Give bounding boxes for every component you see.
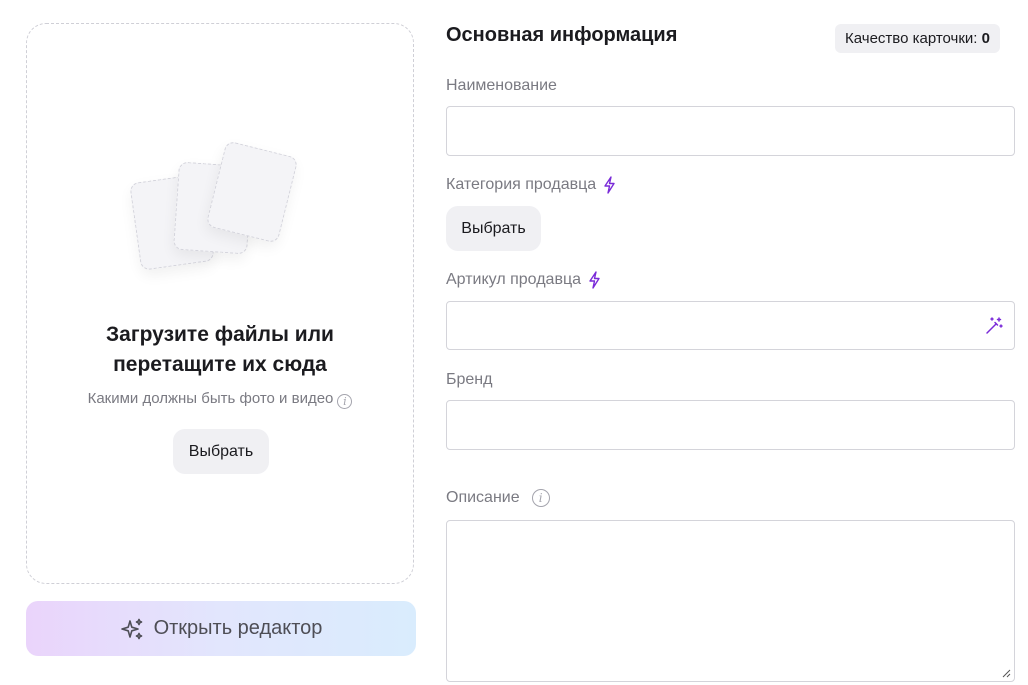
name-label: Наименование <box>446 77 557 95</box>
category-select-button[interactable]: Выбрать <box>446 206 541 251</box>
upload-hint-text[interactable]: Какими должны быть фото и видео <box>88 390 334 407</box>
category-label-text: Категория продавца <box>446 176 597 193</box>
upload-title-line-2: перетащите их сюда <box>113 353 327 376</box>
photo-placeholder-illustration <box>127 140 317 272</box>
upload-title-line-1: Загрузите файлы или <box>106 323 334 346</box>
category-label: Категория продавца <box>446 176 617 194</box>
info-icon[interactable]: i <box>531 489 550 507</box>
description-label-text: Описание <box>446 489 520 506</box>
name-input[interactable] <box>446 106 1015 156</box>
description-label: Описание i <box>446 489 550 507</box>
name-label-text: Наименование <box>446 77 557 94</box>
brand-input[interactable] <box>446 400 1015 450</box>
bolt-icon <box>604 176 615 194</box>
brand-label: Бренд <box>446 371 492 389</box>
quality-value: 0 <box>981 30 990 47</box>
resize-handle-icon[interactable] <box>1001 668 1011 678</box>
info-icon[interactable]: i <box>337 394 353 409</box>
bolt-icon <box>589 271 600 289</box>
brand-label-text: Бренд <box>446 371 493 388</box>
section-title: Основная информация <box>446 24 678 46</box>
placeholder-card <box>205 140 299 244</box>
article-label: Артикул продавца <box>446 271 602 289</box>
magic-wand-icon[interactable] <box>984 316 1004 336</box>
card-quality-badge: Качество карточки: 0 <box>835 24 1000 53</box>
upload-dropzone[interactable]: Загрузите файлы или перетащите их сюда К… <box>26 23 414 584</box>
quality-label: Качество карточки: <box>845 30 978 47</box>
description-textarea[interactable] <box>446 520 1015 682</box>
upload-title: Загрузите файлы или перетащите их сюда <box>27 320 413 380</box>
upload-hint: Какими должны быть фото и видео i <box>27 390 413 409</box>
article-input[interactable] <box>446 301 1015 350</box>
open-editor-button[interactable]: Открыть редактор <box>26 601 416 656</box>
upload-select-button[interactable]: Выбрать <box>173 429 269 474</box>
sparkle-icon <box>120 618 142 639</box>
open-editor-label: Открыть редактор <box>153 617 323 639</box>
article-label-text: Артикул продавца <box>446 271 581 288</box>
